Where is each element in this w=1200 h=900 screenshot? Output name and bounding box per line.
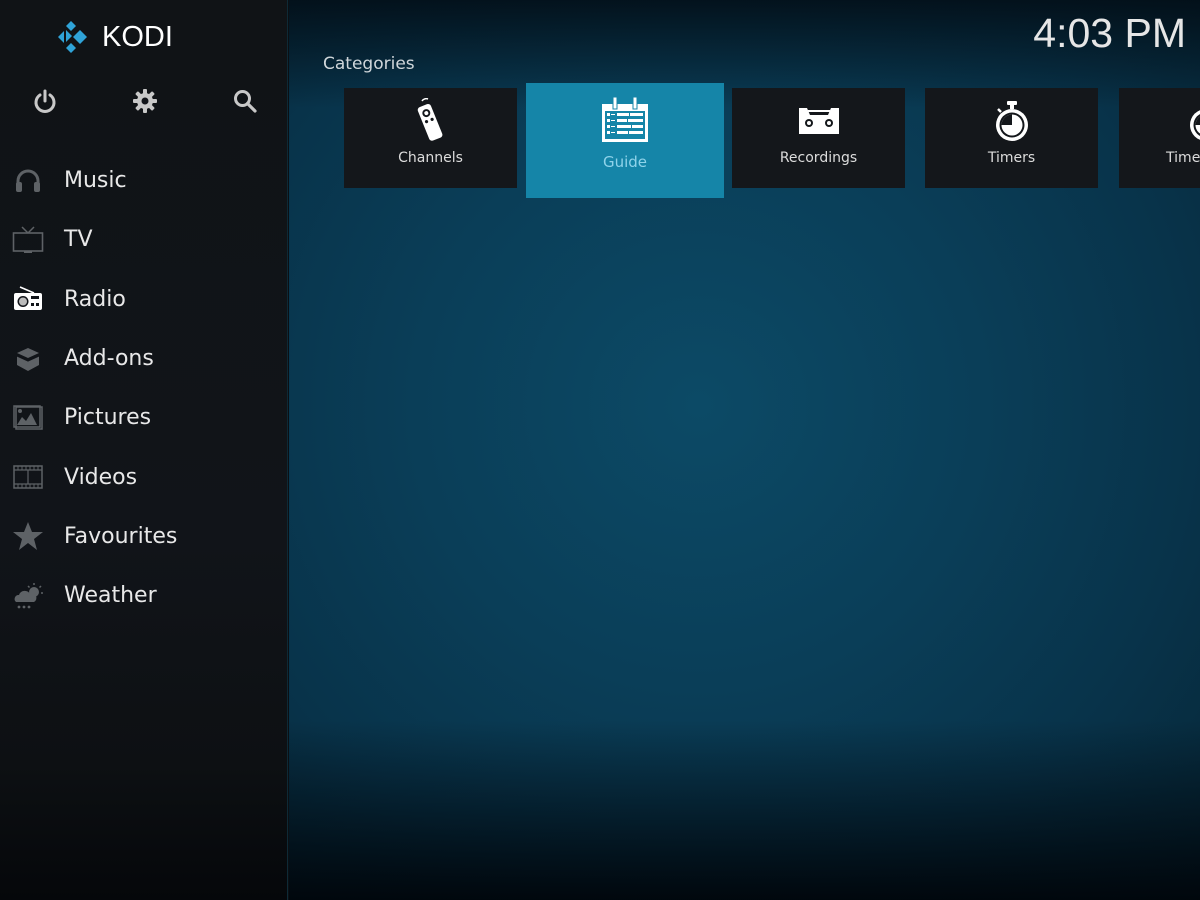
- picture-icon: [12, 404, 44, 432]
- category-tiles: Channels Guide Recordings Timers Time: [289, 0, 1200, 220]
- power-button[interactable]: [30, 86, 60, 116]
- search-button[interactable]: [230, 86, 260, 116]
- tile-label: Recordings: [779, 150, 858, 166]
- kodi-logo-icon: [58, 21, 87, 53]
- box-icon: [12, 345, 44, 373]
- sidebar-item-addons[interactable]: Add-ons: [0, 329, 288, 388]
- main-panel: 4:03 PM Categories Channels Guide Record…: [289, 0, 1200, 900]
- sidebar-item-tv[interactable]: TV: [0, 210, 288, 269]
- kodi-logo[interactable]: KODI: [56, 20, 173, 54]
- search-icon: [234, 90, 257, 113]
- app-name: KODI: [102, 20, 173, 53]
- headphones-icon: [12, 167, 44, 195]
- sidebar-item-videos[interactable]: Videos: [0, 447, 288, 506]
- sidebar-item-weather[interactable]: Weather: [0, 566, 288, 625]
- remote-icon: [411, 98, 451, 144]
- tile-label: Channels: [398, 150, 463, 166]
- sidebar-item-radio[interactable]: Radio: [0, 270, 288, 329]
- film-icon: [12, 463, 44, 491]
- main-menu: Music TV Radio Add-ons Pictures Videos F…: [0, 151, 288, 625]
- sidebar-item-label: Weather: [64, 583, 157, 609]
- tile-timers[interactable]: Timers: [925, 88, 1098, 188]
- tile-timer-rules[interactable]: Timer rules: [1119, 88, 1200, 188]
- stopwatch-icon: [1186, 98, 1200, 144]
- sidebar-item-favourites[interactable]: Favourites: [0, 507, 288, 566]
- sidebar-item-music[interactable]: Music: [0, 151, 288, 210]
- settings-button[interactable]: [130, 86, 160, 116]
- tv-icon: [12, 226, 44, 254]
- sidebar-item-label: Radio: [64, 286, 126, 312]
- tile-label: Timer rules: [1166, 150, 1200, 166]
- radio-icon: [12, 285, 44, 313]
- sidebar: KODI Music TV Radio Add-ons Pictures Vid…: [0, 0, 288, 900]
- sidebar-item-label: Pictures: [64, 405, 152, 431]
- top-buttons: [0, 86, 288, 116]
- calendar-icon: [600, 96, 650, 143]
- sidebar-item-label: Favourites: [64, 523, 178, 549]
- star-icon: [12, 522, 44, 551]
- sidebar-item-label: Videos: [64, 464, 138, 490]
- tile-guide[interactable]: Guide: [526, 83, 724, 198]
- sidebar-item-label: TV: [64, 227, 93, 253]
- tile-recordings[interactable]: Recordings: [732, 88, 905, 188]
- tile-label: Guide: [602, 153, 648, 171]
- cassette-icon: [797, 98, 841, 144]
- weather-icon: [12, 582, 44, 610]
- power-icon: [34, 89, 56, 113]
- gear-icon: [133, 89, 157, 113]
- tile-channels[interactable]: Channels: [344, 88, 517, 188]
- stopwatch-icon: [992, 98, 1032, 144]
- sidebar-item-label: Music: [64, 168, 127, 194]
- sidebar-item-pictures[interactable]: Pictures: [0, 388, 288, 447]
- sidebar-item-label: Add-ons: [64, 346, 154, 372]
- tile-label: Timers: [987, 150, 1036, 166]
